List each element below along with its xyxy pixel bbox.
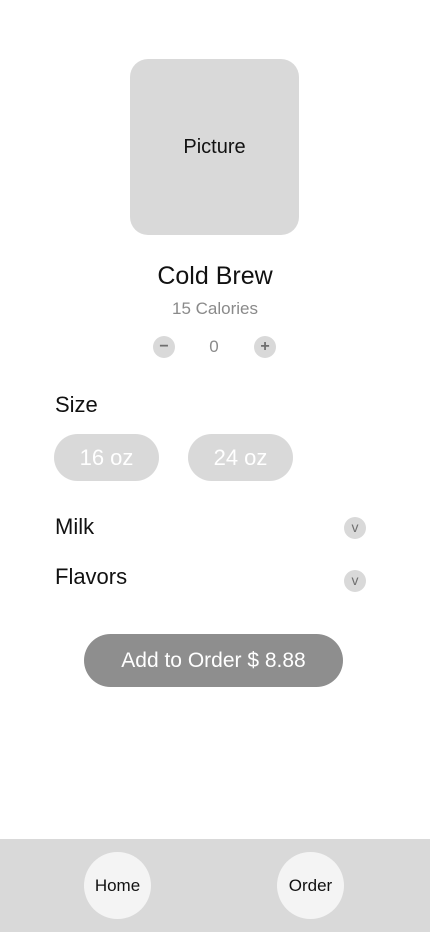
flavors-option-row[interactable]: Flavors v [55,564,366,594]
milk-label: Milk [55,514,95,539]
size-option-16oz[interactable]: 16 oz [54,434,159,481]
product-title: Cold Brew [157,262,273,290]
product-detail-screen: Picture Cold Brew 15 Calories − 0 + Size… [0,0,430,932]
decrease-quantity-button[interactable]: − [153,336,175,358]
picture-placeholder-label: Picture [183,135,246,158]
size-heading: Size [55,392,98,417]
flavors-label: Flavors [55,564,128,589]
home-nav-button[interactable]: Home [84,852,151,919]
flavors-expand-icon[interactable]: v [344,570,366,592]
product-picture: Picture [130,59,299,235]
product-calories: 15 Calories [172,299,258,318]
increase-quantity-button[interactable]: + [254,336,276,358]
quantity-value: 0 [209,337,219,356]
milk-option-row[interactable]: Milk v [55,514,366,544]
order-nav-button[interactable]: Order [277,852,344,919]
quantity-stepper: − 0 + [153,336,277,358]
add-to-order-button[interactable]: Add to Order $ 8.88 [84,634,343,687]
bottom-navigation-bar: Home Order [0,839,430,932]
size-option-24oz[interactable]: 24 oz [188,434,293,481]
milk-expand-icon[interactable]: v [344,517,366,539]
